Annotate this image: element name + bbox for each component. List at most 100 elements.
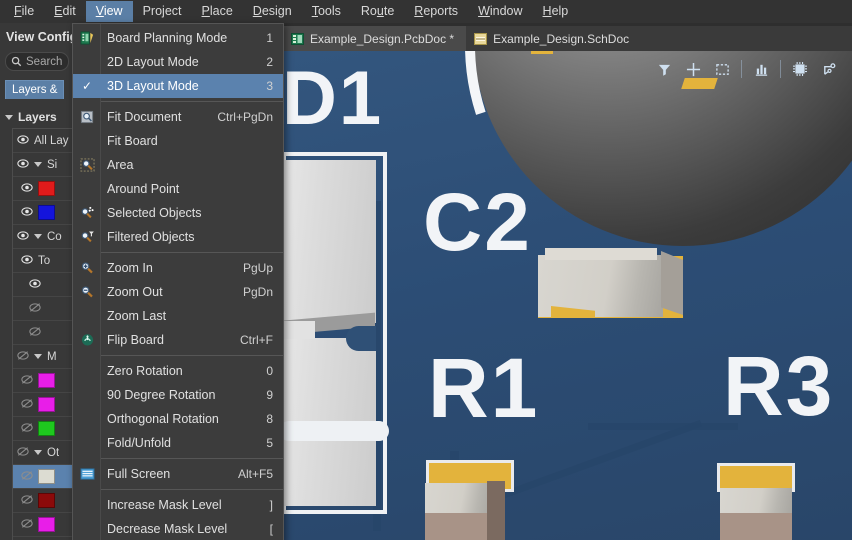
eye-visible-icon[interactable] — [17, 134, 29, 148]
layer-color-swatch[interactable] — [38, 397, 55, 412]
eye-visible-icon[interactable] — [17, 230, 29, 244]
menubar-item-tools[interactable]: Tools — [302, 1, 351, 22]
layer-row[interactable] — [13, 513, 74, 537]
menubar-item-place[interactable]: Place — [192, 1, 243, 22]
menu-item-zoom-out[interactable]: Zoom Out PgDn — [73, 280, 283, 304]
eye-visible-icon[interactable] — [21, 206, 33, 220]
eye-visible-icon[interactable] — [29, 278, 41, 292]
chevron-down-icon[interactable] — [34, 354, 42, 359]
eye-hidden-icon[interactable] — [21, 470, 33, 484]
menu-item-3d-layout-mode[interactable]: ✓ 3D Layout Mode 3 — [73, 74, 283, 98]
eye-hidden-icon[interactable] — [29, 326, 41, 340]
layers-tree[interactable]: All Lay Si Co To M Ot — [12, 128, 74, 540]
layer-color-swatch[interactable] — [38, 493, 55, 508]
menu-item-fold-unfold[interactable]: Fold/Unfold 5 — [73, 431, 283, 455]
eye-hidden-icon[interactable] — [29, 302, 41, 316]
menubar-item-edit[interactable]: Edit — [44, 1, 86, 22]
eye-visible-icon[interactable] — [21, 254, 33, 268]
menubar-item-help[interactable]: Help — [533, 1, 579, 22]
eye-visible-icon[interactable] — [17, 158, 29, 172]
layer-row[interactable] — [13, 465, 74, 489]
layer-row[interactable]: All Lay — [13, 129, 74, 153]
chip-component-lower — [425, 513, 487, 540]
chevron-down-icon[interactable] — [34, 450, 42, 455]
menubar-item-design[interactable]: Design — [243, 1, 302, 22]
layer-row[interactable]: M — [13, 345, 74, 369]
layer-row[interactable] — [13, 369, 74, 393]
menu-item-flip-board[interactable]: Flip Board Ctrl+F — [73, 328, 283, 352]
menu-item-fit-document[interactable]: Fit Document Ctrl+PgDn — [73, 105, 283, 129]
menu-item-decrease-mask-level[interactable]: Decrease Mask Level [ — [73, 517, 283, 540]
menubar-item-route[interactable]: Route — [351, 1, 404, 22]
eye-hidden-icon[interactable] — [21, 398, 33, 412]
menu-item-shortcut: ] — [269, 498, 273, 512]
layer-row[interactable] — [13, 297, 74, 321]
select-area-button[interactable] — [709, 56, 735, 82]
layer-row[interactable] — [13, 201, 74, 225]
layer-row[interactable] — [13, 417, 74, 441]
layers-section-header[interactable]: Layers — [0, 103, 74, 128]
menu-separator — [101, 252, 283, 253]
crosshair-button[interactable] — [680, 56, 706, 82]
search-container: Search — [0, 49, 74, 74]
layer-color-swatch[interactable] — [38, 517, 55, 532]
menu-item-shortcut: Ctrl+F — [240, 333, 273, 347]
eye-hidden-icon[interactable] — [17, 350, 29, 364]
menu-item-orthogonal-rotation[interactable]: Orthogonal Rotation 8 — [73, 407, 283, 431]
eye-visible-icon[interactable] — [21, 182, 33, 196]
layers-section-label: Layers — [18, 110, 57, 124]
menu-item-fit-board[interactable]: Fit Board — [73, 129, 283, 153]
layer-row[interactable] — [13, 177, 74, 201]
components-button[interactable] — [787, 56, 813, 82]
view-dropdown-menu[interactable]: Board Planning Mode 1 2D Layout Mode 2 ✓ 3D L… — [72, 23, 284, 540]
filter-button[interactable] — [651, 56, 677, 82]
menu-item-area[interactable]: Area — [73, 153, 283, 177]
pcb-3d-viewport[interactable]: D1 C2 R1 R3 — [283, 51, 852, 540]
chevron-down-icon[interactable] — [34, 234, 42, 239]
document-tab-sch[interactable]: Example_Design.SchDoc — [466, 26, 641, 51]
routing-button[interactable] — [816, 56, 842, 82]
menu-item-90-degree-rotation[interactable]: 90 Degree Rotation 9 — [73, 383, 283, 407]
menu-item-selected-objects[interactable]: Selected Objects — [73, 201, 283, 225]
menubar-item-project[interactable]: Project — [133, 1, 192, 22]
menu-item-2d-layout-mode[interactable]: 2D Layout Mode 2 — [73, 50, 283, 74]
eye-hidden-icon[interactable] — [17, 446, 29, 460]
layer-color-swatch[interactable] — [38, 205, 55, 220]
menubar-item-file[interactable]: File — [4, 1, 44, 22]
menu-item-zoom-last[interactable]: Zoom Last — [73, 304, 283, 328]
eye-hidden-icon[interactable] — [21, 374, 33, 388]
menubar-item-view[interactable]: View — [85, 1, 133, 22]
menu-item-zero-rotation[interactable]: Zero Rotation 0 — [73, 359, 283, 383]
layer-color-swatch[interactable] — [38, 421, 55, 436]
layer-row[interactable] — [13, 489, 74, 513]
menu-item-filtered-objects[interactable]: Filtered Objects — [73, 225, 283, 249]
layer-color-swatch[interactable] — [38, 373, 55, 388]
menubar-item-reports[interactable]: Reports — [404, 1, 468, 22]
layer-row[interactable]: Ot — [13, 441, 74, 465]
layer-row[interactable] — [13, 393, 74, 417]
layer-row[interactable] — [13, 273, 74, 297]
eye-hidden-icon[interactable] — [21, 422, 33, 436]
eye-hidden-icon[interactable] — [21, 494, 33, 508]
menu-item-increase-mask-level[interactable]: Increase Mask Level] — [73, 493, 283, 517]
menu-item-full-screen[interactable]: Full Screen Alt+F5 — [73, 462, 283, 486]
layer-color-swatch[interactable] — [38, 181, 55, 196]
chevron-down-icon[interactable] — [34, 162, 42, 167]
tab-layers-and-colors[interactable]: Layers & — [5, 80, 65, 99]
menu-item-board-planning-mode[interactable]: Board Planning Mode 1 — [73, 26, 283, 50]
silkscreen-designator: D1 — [283, 56, 384, 141]
board-insight-button[interactable] — [748, 56, 774, 82]
layer-row[interactable]: Co — [13, 225, 74, 249]
layer-row[interactable]: Si — [13, 153, 74, 177]
layer-row[interactable] — [13, 321, 74, 345]
layer-row[interactable]: To — [13, 249, 74, 273]
zoom-in-icon — [73, 261, 101, 275]
menu-item-zoom-in[interactable]: Zoom In PgUp — [73, 256, 283, 280]
layer-color-swatch[interactable] — [38, 469, 55, 484]
zoom-out-icon — [73, 285, 101, 299]
document-tab-pcb[interactable]: Example_Design.PcbDoc * — [283, 26, 467, 51]
eye-hidden-icon[interactable] — [21, 518, 33, 532]
menubar-item-window[interactable]: Window — [468, 1, 532, 22]
menu-item-around-point[interactable]: Around Point — [73, 177, 283, 201]
search-input[interactable]: Search — [5, 52, 69, 71]
